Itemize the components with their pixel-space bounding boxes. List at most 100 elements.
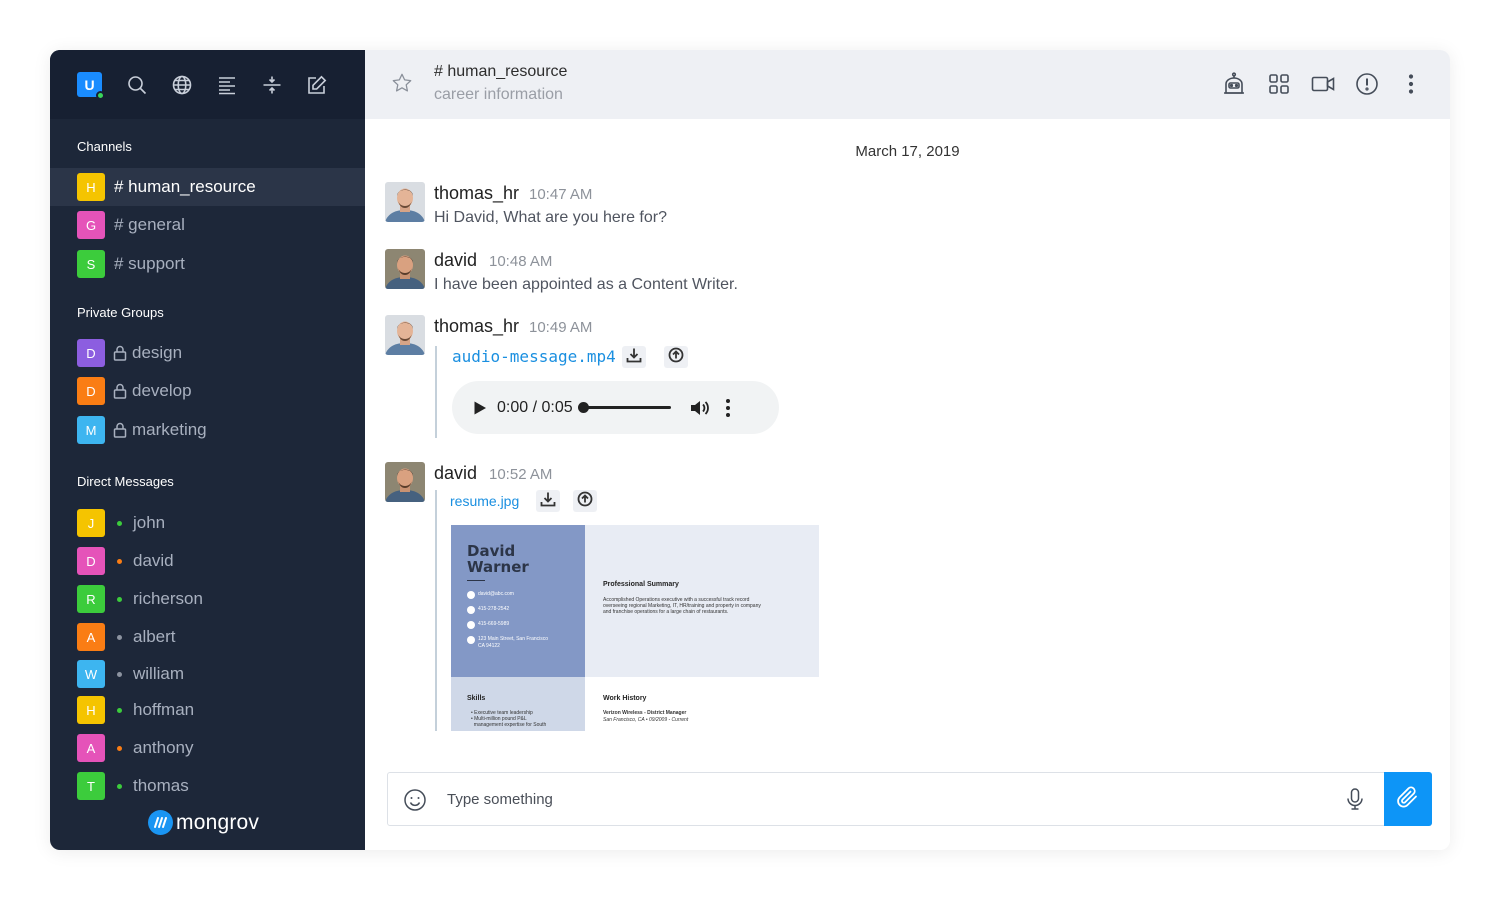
resume-divider	[467, 580, 485, 581]
align-left-icon[interactable]	[217, 75, 237, 95]
search-icon[interactable]	[127, 75, 147, 95]
sidebar-item-human-resource[interactable]: H # human_resource	[50, 168, 365, 206]
resume-summary-text: Accomplished Operations executive with a…	[603, 597, 761, 615]
message-author[interactable]: david	[434, 250, 477, 271]
star-icon[interactable]	[391, 72, 413, 94]
volume-icon[interactable]	[689, 397, 711, 419]
resume-contact: 415-278-2542	[467, 606, 509, 614]
message-time: 10:52 AM	[489, 466, 553, 483]
presence-dot	[117, 745, 122, 751]
presence-dot	[117, 707, 122, 713]
sidebar-item-william[interactable]: W william	[50, 655, 365, 693]
message-author[interactable]: thomas_hr	[434, 183, 519, 204]
user-avatar: W	[77, 660, 105, 688]
channels-heading: Channels	[77, 139, 132, 154]
sidebar-item-albert[interactable]: A albert	[50, 618, 365, 656]
audio-seek-bar[interactable]	[577, 402, 671, 413]
brand-logo: mongrov	[148, 810, 259, 835]
image-file-link[interactable]: resume.jpg	[450, 493, 519, 509]
message-text: Hi David, What are you here for?	[434, 209, 667, 226]
direct-messages-heading: Direct Messages	[77, 474, 174, 489]
paperclip-icon	[1396, 785, 1420, 814]
private-groups-heading: Private Groups	[77, 305, 164, 320]
sidebar-item-develop[interactable]: D develop	[50, 372, 365, 410]
user-avatar: J	[77, 509, 105, 537]
presence-dot	[117, 520, 122, 526]
chat-main: # human_resource career information Marc…	[365, 50, 1450, 850]
message-author[interactable]: thomas_hr	[434, 316, 519, 337]
sidebar-item-thomas[interactable]: T thomas	[50, 767, 365, 805]
user-avatar: A	[77, 734, 105, 762]
sidebar-item-david[interactable]: D david	[50, 542, 365, 580]
lock-icon	[113, 345, 127, 361]
info-icon[interactable]	[1355, 72, 1379, 96]
sidebar-item-label: william	[133, 664, 184, 683]
message-author[interactable]: david	[434, 463, 477, 484]
resume-last-name: Warner	[467, 558, 529, 576]
microphone-icon[interactable]	[1343, 787, 1367, 811]
audio-more-icon[interactable]	[725, 398, 731, 417]
channel-avatar: S	[77, 250, 105, 278]
sidebar-item-anthony[interactable]: A anthony	[50, 729, 365, 767]
audio-seek-knob[interactable]	[577, 402, 589, 413]
resume-contact: 415-669-5989	[467, 621, 509, 629]
share-button[interactable]	[664, 346, 688, 368]
presence-dot	[117, 558, 122, 564]
globe-icon[interactable]	[172, 75, 192, 95]
share-button[interactable]	[573, 490, 597, 512]
avatar[interactable]	[385, 182, 425, 222]
user-avatar[interactable]: U	[77, 72, 105, 100]
group-avatar: D	[77, 377, 105, 405]
download-button[interactable]	[622, 346, 646, 368]
resume-contact: david@abc.com	[467, 591, 514, 599]
user-avatar: D	[77, 547, 105, 575]
audio-time: 0:00 / 0:05	[497, 398, 573, 416]
message-time: 10:47 AM	[529, 186, 593, 203]
sidebar-item-label: richerson	[133, 589, 203, 608]
sidebar-toolbar: U	[50, 50, 365, 119]
sidebar-item-richerson[interactable]: R richerson	[50, 580, 365, 618]
sidebar-item-hoffman[interactable]: H hoffman	[50, 691, 365, 729]
split-icon[interactable]	[262, 75, 282, 95]
sidebar-item-support[interactable]: S # support	[50, 245, 365, 283]
upload-circle-icon	[668, 347, 684, 368]
group-avatar: M	[77, 416, 105, 444]
download-icon	[626, 347, 642, 368]
grid-icon[interactable]	[1267, 72, 1291, 96]
message-input[interactable]	[447, 773, 1327, 825]
avatar[interactable]	[385, 315, 425, 355]
edit-icon[interactable]	[307, 75, 327, 95]
resume-image-preview[interactable]: David Warner david@abc.com 415-278-2542 …	[451, 525, 819, 731]
channel-avatar: G	[77, 211, 105, 239]
resume-summary-title: Professional Summary	[603, 581, 679, 588]
more-vertical-icon[interactable]	[1399, 72, 1423, 96]
resume-work-title: Work History	[603, 695, 647, 702]
video-icon[interactable]	[1311, 72, 1335, 96]
presence-dot	[117, 634, 122, 640]
avatar[interactable]	[385, 462, 425, 502]
sidebar-item-marketing[interactable]: M marketing	[50, 411, 365, 449]
channel-topic: career information	[434, 86, 563, 103]
play-icon[interactable]	[473, 400, 487, 416]
sidebar-item-label: hoffman	[133, 700, 195, 719]
app-window: U Channels H # human_resource G # genera…	[50, 50, 1450, 850]
sidebar-item-label: thomas	[133, 776, 189, 795]
sidebar-item-john[interactable]: J john	[50, 504, 365, 542]
attach-button[interactable]	[1384, 772, 1432, 826]
resume-work-place: San Francisco, CA • 09/2009 - Current	[603, 717, 689, 723]
download-button[interactable]	[536, 490, 560, 512]
emoji-icon[interactable]	[403, 788, 427, 812]
attachment-bar	[435, 346, 437, 438]
sidebar-item-design[interactable]: D design	[50, 334, 365, 372]
channel-avatar: H	[77, 173, 105, 201]
message-composer	[387, 772, 1432, 826]
user-avatar: R	[77, 585, 105, 613]
audio-file-link[interactable]: audio-message.mp4	[452, 347, 616, 366]
sidebar-item-general[interactable]: G # general	[50, 206, 365, 244]
presence-dot	[117, 671, 122, 677]
mongrov-logo-icon	[148, 810, 173, 835]
avatar[interactable]	[385, 249, 425, 289]
download-icon	[540, 491, 556, 512]
sidebar-item-label: # support	[114, 254, 185, 273]
robot-icon[interactable]	[1222, 72, 1246, 96]
